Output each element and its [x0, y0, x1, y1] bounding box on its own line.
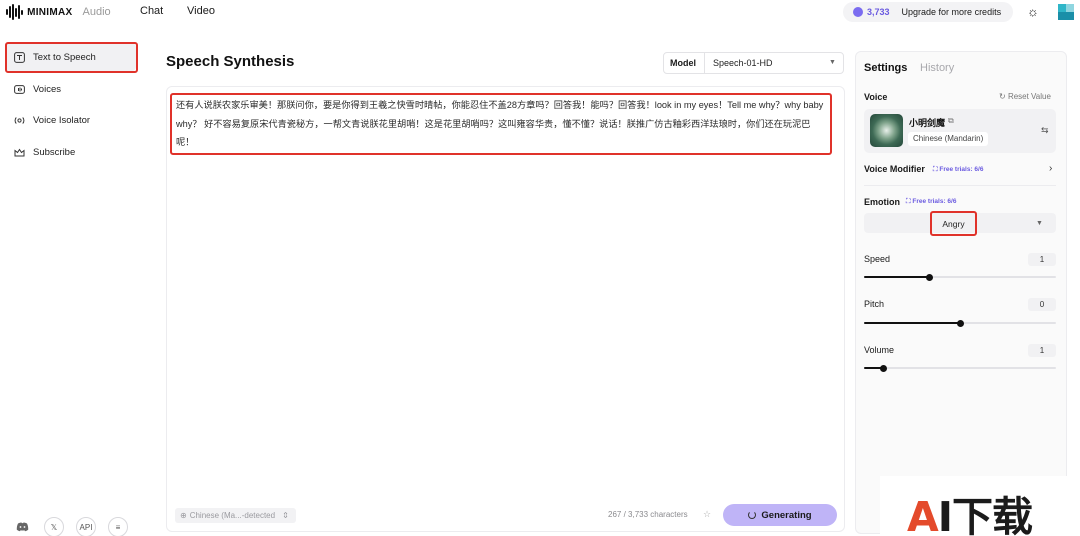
- nav-video[interactable]: Video: [187, 5, 215, 17]
- sidebar-item-voice-isolator[interactable]: Voice Isolator: [6, 106, 136, 134]
- upgrade-link[interactable]: Upgrade for more credits: [902, 7, 1002, 17]
- model-label: Model: [664, 53, 705, 73]
- free-trials-text: Free trials: 6/6: [912, 198, 957, 205]
- logo-text: MINIMAX: [27, 6, 73, 18]
- app-cube-icon[interactable]: [1058, 4, 1074, 20]
- model-value: Speech-01-HD: [713, 58, 773, 68]
- logo-subtitle: Audio: [82, 6, 111, 18]
- minimax-logo[interactable]: MINIMAX Audio: [6, 4, 111, 20]
- model-select[interactable]: Model Speech-01-HD: [663, 52, 844, 74]
- watermark-rest: I下载: [937, 493, 1033, 536]
- language-select[interactable]: ⊕ Chinese (Ma...-detected ⇕: [175, 508, 296, 523]
- x-twitter-icon[interactable]: 𝕏: [44, 517, 64, 536]
- emotion-value: Angry: [942, 218, 965, 229]
- character-count: 267 / 3,733 characters: [608, 510, 688, 519]
- crown-icon: [13, 146, 25, 158]
- tab-history[interactable]: History: [920, 62, 954, 74]
- voice-modifier-free-trials: ⛶ Free trials: 6/6: [933, 166, 983, 174]
- emotion-free-trials: ⛶ Free trials: 6/6: [906, 198, 956, 206]
- pitch-value-input[interactable]: 0: [1028, 298, 1056, 311]
- chevron-down-icon: ▼: [829, 59, 836, 66]
- speed-slider[interactable]: [864, 273, 1056, 281]
- updown-icon: ⇕: [282, 511, 289, 520]
- nav-chat[interactable]: Chat: [140, 5, 163, 17]
- sidebar-item-label: Text to Speech: [33, 51, 96, 63]
- voice-language-tag: Chinese (Mandarin): [908, 132, 989, 146]
- voice-avatar: [870, 114, 903, 147]
- reset-value-button[interactable]: ↻ Reset Value: [999, 92, 1051, 101]
- top-bar: MINIMAX Audio Chat Video 3,733 Upgrade f…: [0, 0, 1080, 26]
- sidebar-item-voices[interactable]: Voices: [6, 75, 136, 103]
- theme-toggle-sun-icon[interactable]: ☼: [1026, 5, 1040, 19]
- editor-text-content[interactable]: 还有人说朕农家乐审美！那朕问你，要是你得到王羲之快雪时晴帖，你能忍住不盖28方章…: [176, 96, 826, 152]
- pitch-slider-handle[interactable]: [956, 319, 964, 327]
- generate-button[interactable]: Generating: [723, 504, 837, 526]
- credits-pill[interactable]: 3,733 Upgrade for more credits: [843, 2, 1013, 22]
- watermark-a: A: [907, 493, 939, 536]
- speed-value-input[interactable]: 1: [1028, 253, 1056, 266]
- volume-value-input[interactable]: 1: [1028, 344, 1056, 357]
- tab-settings[interactable]: Settings: [864, 62, 907, 74]
- gift-icon: ⛶: [906, 198, 911, 205]
- free-trials-text: Free trials: 6/6: [939, 166, 984, 173]
- discord-icon[interactable]: [12, 517, 32, 536]
- voices-icon: [13, 83, 25, 95]
- text-to-speech-icon: [13, 51, 25, 63]
- voice-label: Voice: [864, 92, 888, 102]
- loading-spinner-icon: [748, 511, 757, 519]
- gift-icon: ⛶: [933, 166, 938, 173]
- page-title: Speech Synthesis: [166, 53, 295, 70]
- sidebar-item-subscribe[interactable]: Subscribe: [6, 138, 136, 166]
- speed-slider-handle[interactable]: [925, 273, 933, 281]
- waveform-logo-icon: [6, 4, 24, 20]
- volume-label: Volume: [864, 345, 895, 355]
- watermark-logo: AI下载: [907, 483, 1033, 536]
- volume-slider[interactable]: [864, 364, 1056, 372]
- menu-collapse-icon[interactable]: ≡: [108, 517, 128, 536]
- sidebar-item-label: Voices: [33, 83, 61, 95]
- pitch-label: Pitch: [864, 299, 885, 309]
- api-link[interactable]: API: [76, 517, 96, 536]
- voice-modifier-label[interactable]: Voice Modifier: [864, 164, 925, 174]
- text-editor[interactable]: [166, 86, 845, 532]
- reset-icon: ↻: [999, 92, 1006, 101]
- divider: [864, 185, 1056, 186]
- globe-icon: ⊕: [180, 511, 187, 520]
- star-icon[interactable]: ☆: [703, 509, 711, 520]
- pitch-slider[interactable]: [864, 319, 1056, 327]
- sidebar-item-label: Voice Isolator: [33, 114, 91, 126]
- swap-voice-icon[interactable]: ⇆: [1041, 125, 1049, 136]
- chevron-right-icon[interactable]: ›: [1049, 163, 1052, 174]
- language-value: Chinese (Ma...-detected: [189, 511, 276, 520]
- voice-name: 小明剑魔: [909, 118, 946, 128]
- chevron-down-icon: ▼: [1036, 220, 1043, 227]
- reset-label: Reset Value: [1007, 92, 1051, 101]
- volume-slider-handle[interactable]: [879, 364, 887, 372]
- voice-isolator-icon: [13, 114, 25, 126]
- speed-label: Speed: [864, 254, 891, 264]
- generate-label: Generating: [761, 509, 812, 521]
- sidebar-item-label: Subscribe: [33, 146, 76, 158]
- credits-value: 3,733: [867, 7, 890, 17]
- sidebar-item-text-to-speech[interactable]: Text to Speech: [6, 43, 136, 71]
- emotion-label: Emotion: [864, 197, 900, 207]
- copy-icon[interactable]: ⧉: [948, 116, 954, 126]
- credits-icon: [853, 7, 863, 17]
